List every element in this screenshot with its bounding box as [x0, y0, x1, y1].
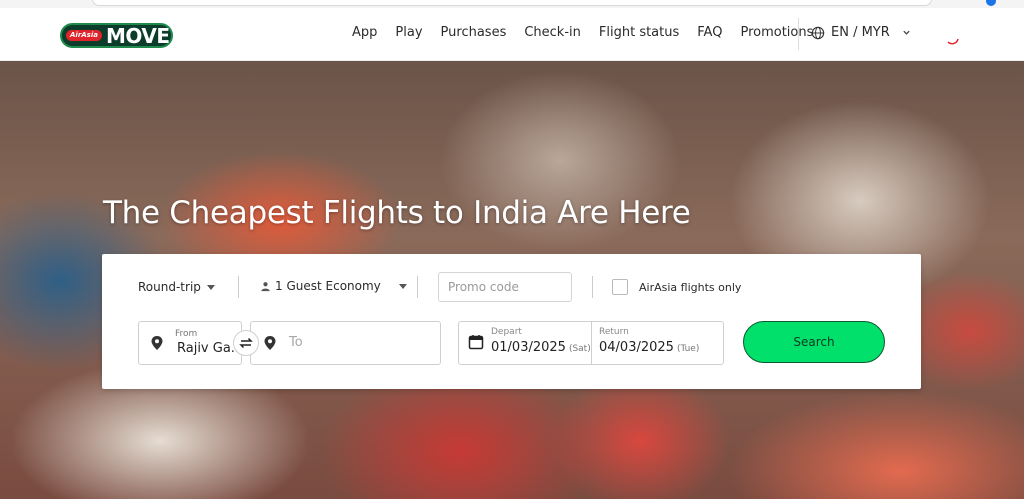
- airasia-move-logo[interactable]: AirAsia MOVE: [60, 23, 173, 48]
- search-button[interactable]: Search: [743, 321, 885, 363]
- trip-type-dropdown[interactable]: Round-trip: [138, 280, 215, 294]
- profile-dot-icon[interactable]: [986, 0, 996, 6]
- depart-date-value: 01/03/2025: [491, 340, 566, 355]
- nav-divider: [798, 18, 799, 50]
- divider: [592, 276, 593, 298]
- flight-search-card: Round-trip 1 Guest Economy AirAsia fligh…: [102, 254, 921, 389]
- chevron-down-icon: [903, 30, 910, 35]
- divider: [417, 276, 418, 298]
- trip-type-label: Round-trip: [138, 280, 201, 294]
- swap-airports-button[interactable]: [233, 330, 259, 356]
- return-date-value: 04/03/2025: [599, 340, 674, 355]
- caret-down-icon: [206, 284, 215, 290]
- hero-banner: The Cheapest Flights to India Are Here R…: [0, 61, 1024, 499]
- globe-icon: [811, 26, 825, 39]
- loading-spinner-icon: [947, 38, 959, 45]
- caret-down-icon: [398, 283, 407, 289]
- return-date[interactable]: 04/03/2025 (Tue): [599, 340, 699, 355]
- promo-code-input[interactable]: [438, 272, 572, 302]
- nav-item-promotions[interactable]: Promotions: [740, 25, 813, 40]
- divider: [238, 276, 239, 298]
- nav-item-play[interactable]: Play: [395, 25, 422, 40]
- location-pin-icon: [151, 336, 163, 350]
- nav-item-app[interactable]: App: [352, 25, 377, 40]
- search-options-row: Round-trip 1 Guest Economy AirAsia fligh…: [102, 254, 921, 314]
- swap-icon: [239, 337, 253, 349]
- from-field[interactable]: From Rajiv Ga...: [138, 321, 243, 365]
- person-icon: [261, 281, 270, 291]
- airasia-only-checkbox[interactable]: [612, 279, 628, 295]
- browser-url-bar[interactable]: [92, 0, 932, 6]
- date-picker[interactable]: Depart 01/03/2025 (Sat) Return 04/03/2025…: [458, 321, 724, 365]
- to-field[interactable]: To: [250, 321, 441, 365]
- language-currency-label: EN / MYR: [831, 25, 890, 40]
- depart-date[interactable]: 01/03/2025 (Sat): [491, 340, 591, 355]
- hero-title: The Cheapest Flights to India Are Here: [103, 195, 691, 231]
- depart-day: (Sat): [568, 344, 591, 354]
- return-day: (Tue): [676, 344, 700, 354]
- calendar-icon: [468, 335, 484, 350]
- guests-cabin-label: 1 Guest Economy: [275, 279, 381, 293]
- airasia-only-label: AirAsia flights only: [639, 281, 742, 294]
- main-nav: App Play Purchases Check-in Flight statu…: [352, 25, 831, 40]
- logo-move-text: MOVE: [105, 23, 170, 48]
- logo-airasia-text: AirAsia: [66, 30, 102, 41]
- nav-item-purchases[interactable]: Purchases: [441, 25, 507, 40]
- browser-top-strip: [0, 0, 1024, 8]
- guests-cabin-dropdown[interactable]: 1 Guest Economy: [260, 279, 407, 293]
- site-header: AirAsia MOVE App Play Purchases Check-in…: [0, 8, 1024, 61]
- date-divider: [591, 322, 592, 364]
- depart-label: Depart: [491, 327, 522, 337]
- return-label: Return: [599, 327, 629, 337]
- nav-item-flight-status[interactable]: Flight status: [599, 25, 679, 40]
- to-placeholder: To: [289, 335, 303, 350]
- nav-item-faq[interactable]: FAQ: [697, 25, 722, 40]
- nav-item-check-in[interactable]: Check-in: [524, 25, 581, 40]
- from-label: From: [175, 329, 198, 339]
- language-currency-selector[interactable]: EN / MYR: [811, 25, 911, 40]
- location-pin-icon: [264, 336, 276, 350]
